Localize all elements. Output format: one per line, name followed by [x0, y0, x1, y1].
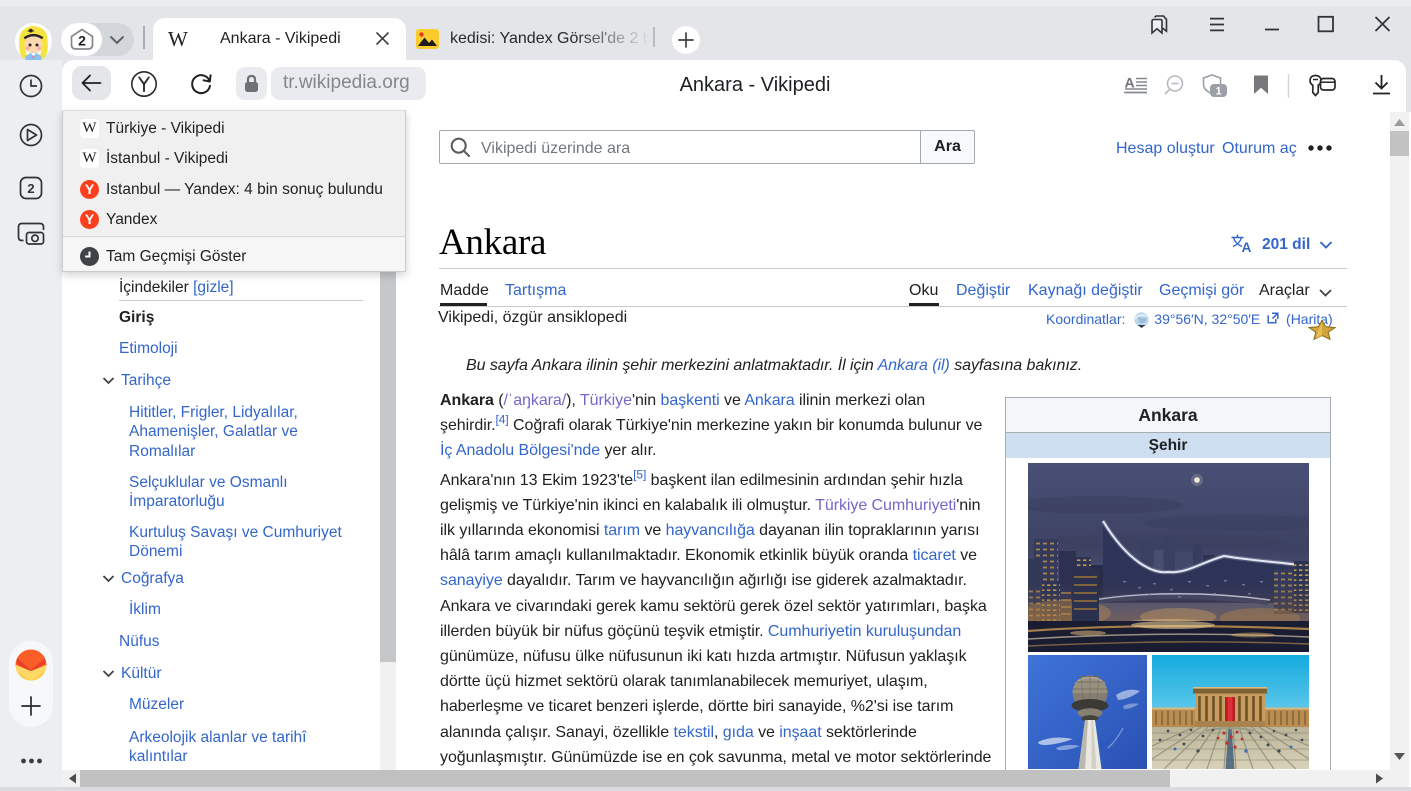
svg-text:1: 1 — [1215, 86, 1221, 98]
svg-text:2: 2 — [78, 33, 86, 49]
svg-text:A: A — [1242, 240, 1252, 253]
svg-text:A: A — [1124, 75, 1134, 91]
svg-text:2: 2 — [27, 181, 34, 196]
